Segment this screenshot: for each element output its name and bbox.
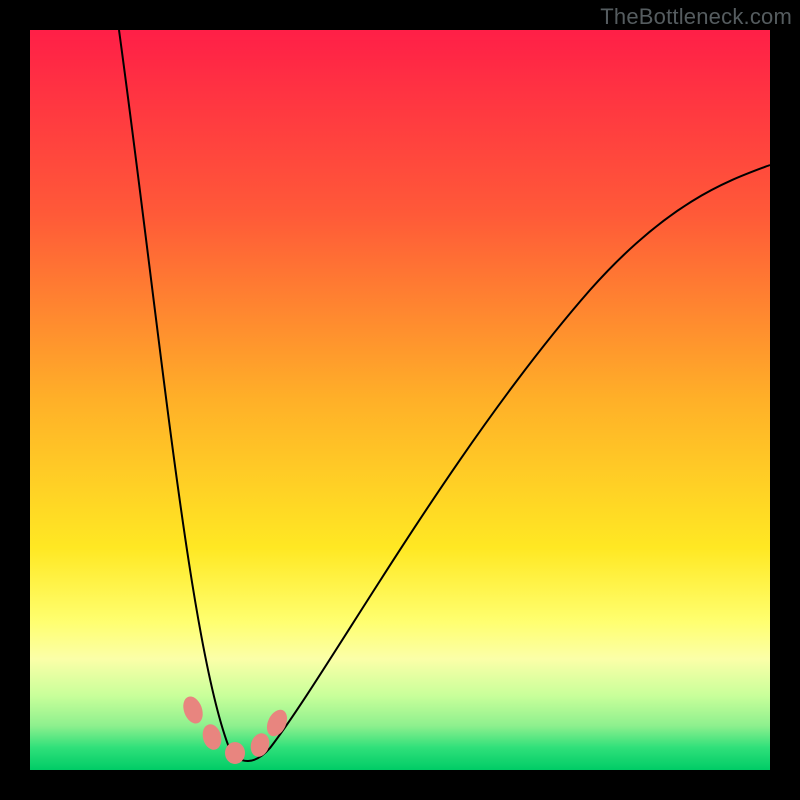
marker-dot [180, 694, 206, 726]
marker-dot [200, 722, 224, 752]
chart-frame: TheBottleneck.com [0, 0, 800, 800]
chart-overlay [30, 30, 770, 770]
watermark: TheBottleneck.com [600, 4, 792, 30]
marker-dot [248, 731, 273, 759]
curve-markers [180, 694, 291, 764]
bottleneck-curve [119, 30, 770, 761]
marker-dot [225, 742, 245, 764]
